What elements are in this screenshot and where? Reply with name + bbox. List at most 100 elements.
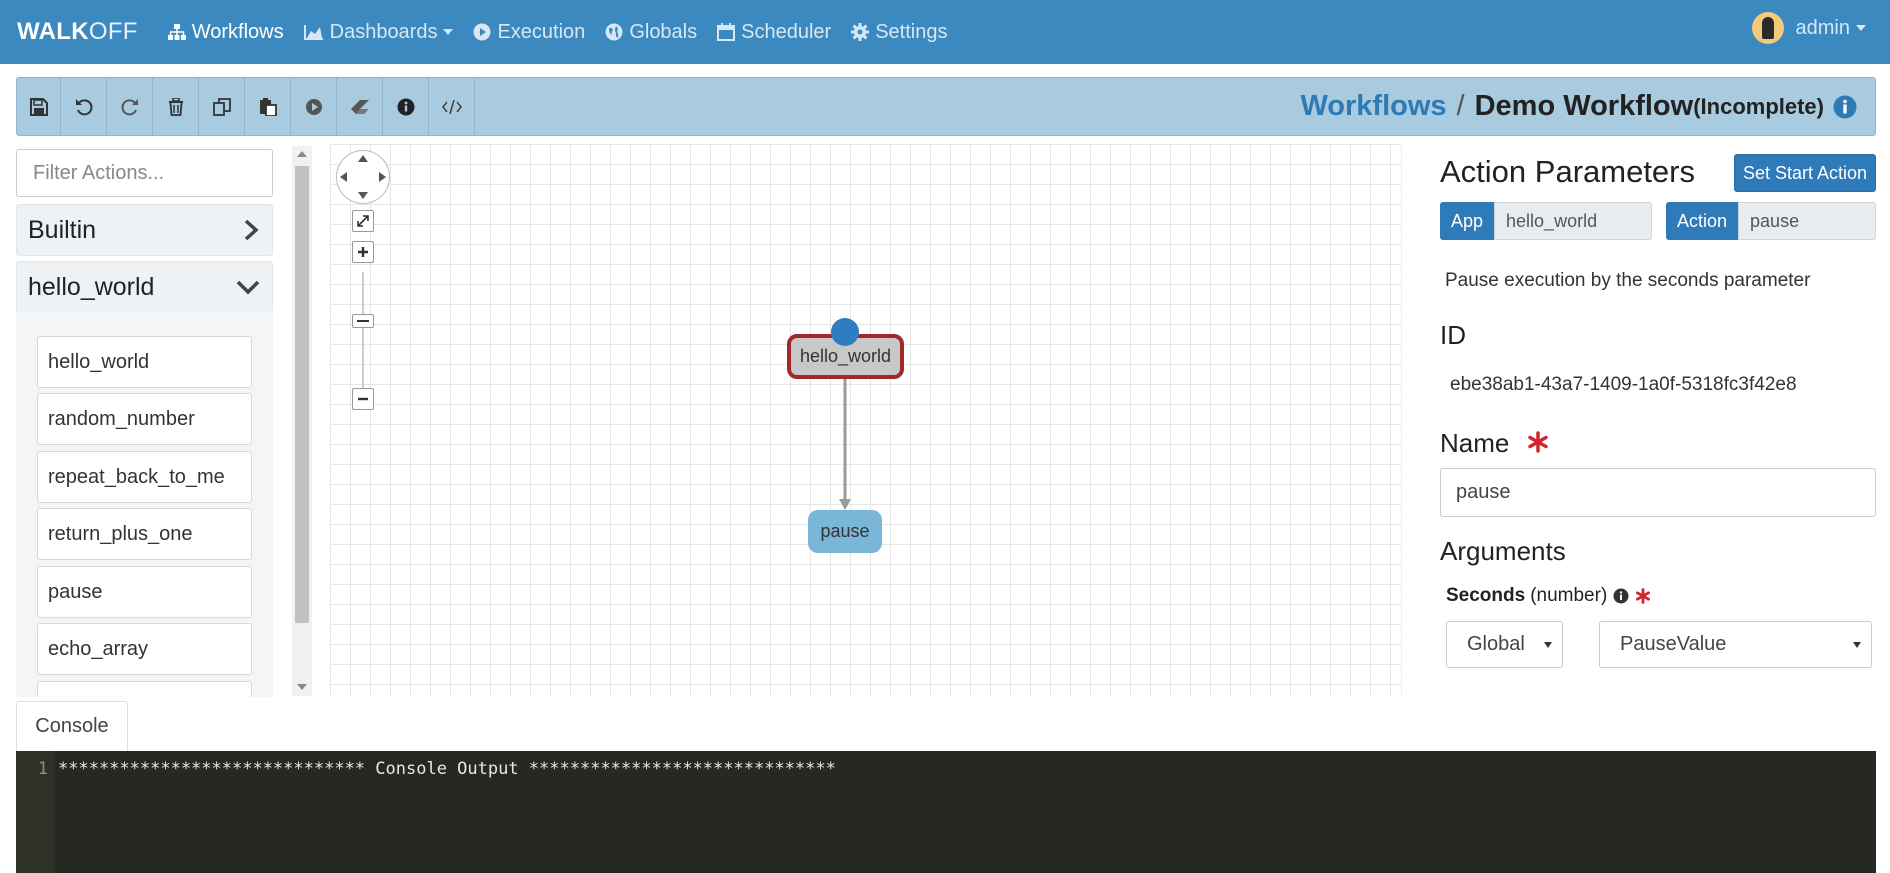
list-item[interactable]: echo_array [37,623,252,675]
copy-button[interactable] [199,78,245,135]
start-node-indicator [831,318,859,346]
argument-value-text: PauseValue [1620,633,1727,655]
name-input[interactable] [1440,468,1876,517]
paste-icon [259,97,277,116]
argument-type: (number) [1530,585,1608,606]
nav-globals[interactable]: Globals [605,21,697,44]
redo-icon [121,98,138,115]
app-value: hello_world [1494,202,1652,240]
nav-workflows[interactable]: Workflows [167,20,284,44]
user-menu[interactable]: admin [1751,12,1866,44]
id-value: ebe38ab1-43a7-1409-1a0f-5318fc3f42e8 [1450,374,1797,395]
breadcrumb-workflows-link[interactable]: Workflows [1300,90,1446,123]
save-icon [29,97,48,116]
actions-scrollbar[interactable] [292,146,312,696]
workflow-status: (Incomplete) [1693,93,1824,119]
argument-info-icon[interactable] [1613,588,1629,604]
required-asterisk-icon [1527,431,1548,453]
code-icon [441,99,462,114]
delete-button[interactable] [153,78,199,135]
chevron-down-icon [236,280,260,295]
node-pause[interactable]: pause [808,510,882,553]
workflow-name: Demo Workflow [1474,90,1694,122]
brand-logo[interactable]: WALKOFF [17,18,138,46]
select-caret-icon [1544,642,1552,648]
argument-source-value: Global [1467,633,1525,655]
group-hello-world[interactable]: hello_world [16,261,273,313]
nav-dashboards-label: Dashboards [329,20,438,43]
nav-settings[interactable]: Settings [851,21,947,44]
workflow-info-icon[interactable] [1833,95,1857,119]
console-line: ****************************** Console O… [58,759,836,779]
line-number: 1 [16,751,54,873]
argument-value-select[interactable]: PauseValue [1599,621,1872,668]
group-builtin-label: Builtin [28,215,97,244]
arguments-label: Arguments [1440,536,1566,566]
nav-dashboards[interactable]: Dashboards [303,20,454,44]
save-button[interactable] [17,78,61,135]
action-input-group: Action pause [1666,202,1876,240]
nav-scheduler-label: Scheduler [741,20,832,43]
edge-layer [839,379,851,510]
action-list: hello_world random_number repeat_back_to… [16,312,273,697]
scroll-thumb[interactable] [295,166,309,623]
breadcrumb-separator: / [1456,90,1465,122]
paste-button[interactable] [245,78,291,135]
info-icon [397,98,414,115]
list-item[interactable]: pause [37,566,252,618]
copy-icon [212,97,231,116]
action-addon-label: Action [1666,202,1739,240]
undo-button[interactable] [61,78,107,135]
list-item[interactable]: random_number [37,393,252,445]
clear-button[interactable] [337,78,383,135]
nav-settings-label: Settings [875,20,948,43]
list-item[interactable]: repeat_back_to_me [37,451,252,503]
eraser-icon [350,99,369,114]
workflow-toolbar: Workflows / Demo Workflow (Incomplete) [16,77,1876,136]
dropdown-caret-icon [443,29,454,35]
list-item[interactable]: return_plus_one [37,508,252,560]
sitemap-icon [167,24,186,40]
redo-button[interactable] [107,78,153,135]
id-label: ID [1440,320,1466,350]
filter-actions-input[interactable] [16,149,273,197]
play-circle-icon [473,23,491,41]
select-caret-icon [1853,642,1861,648]
group-hello-world-label: hello_world [28,272,155,301]
globe-icon [605,23,623,41]
scroll-down-arrow-icon[interactable] [297,684,307,690]
area-chart-icon [303,25,323,40]
scroll-up-arrow-icon[interactable] [297,151,307,157]
argument-name: Seconds [1446,585,1526,606]
workflow-canvas[interactable]: hello_world pause [330,144,1402,697]
user-name: admin [1795,16,1850,39]
execute-button[interactable] [291,78,337,135]
gear-icon [851,23,870,41]
undo-icon [75,98,92,115]
nav-globals-label: Globals [629,20,698,43]
app-addon-label: App [1440,202,1495,240]
nav-workflows-label: Workflows [191,20,284,43]
nav-execution[interactable]: Execution [473,21,585,44]
code-button[interactable] [429,78,475,135]
name-label-text: Name [1440,428,1510,458]
tab-console[interactable]: Console [16,701,128,751]
nav-menu: Workflows Dashboards Execution Globals S… [167,20,968,44]
argument-source-select[interactable]: Global [1446,621,1563,668]
top-navbar: WALKOFF Workflows Dashboards Execution G… [0,0,1890,64]
nav-scheduler[interactable]: Scheduler [717,21,831,44]
calendar-icon [717,23,736,41]
set-start-action-button[interactable]: Set Start Action [1734,154,1876,192]
info-button[interactable] [383,78,429,135]
nav-execution-label: Execution [497,20,586,43]
user-caret-icon [1856,25,1866,31]
breadcrumb: Workflows / Demo Workflow (Incomplete) [1300,78,1875,135]
group-builtin[interactable]: Builtin [16,204,273,256]
list-item[interactable]: hello_world [37,336,252,388]
name-label: Name [1440,428,1549,459]
edge-arrowhead-icon [839,499,851,510]
trash-icon [168,97,183,116]
console-output[interactable]: 1 ****************************** Console… [16,751,1876,873]
action-value: pause [1738,202,1876,240]
list-item-partial[interactable] [37,681,252,697]
